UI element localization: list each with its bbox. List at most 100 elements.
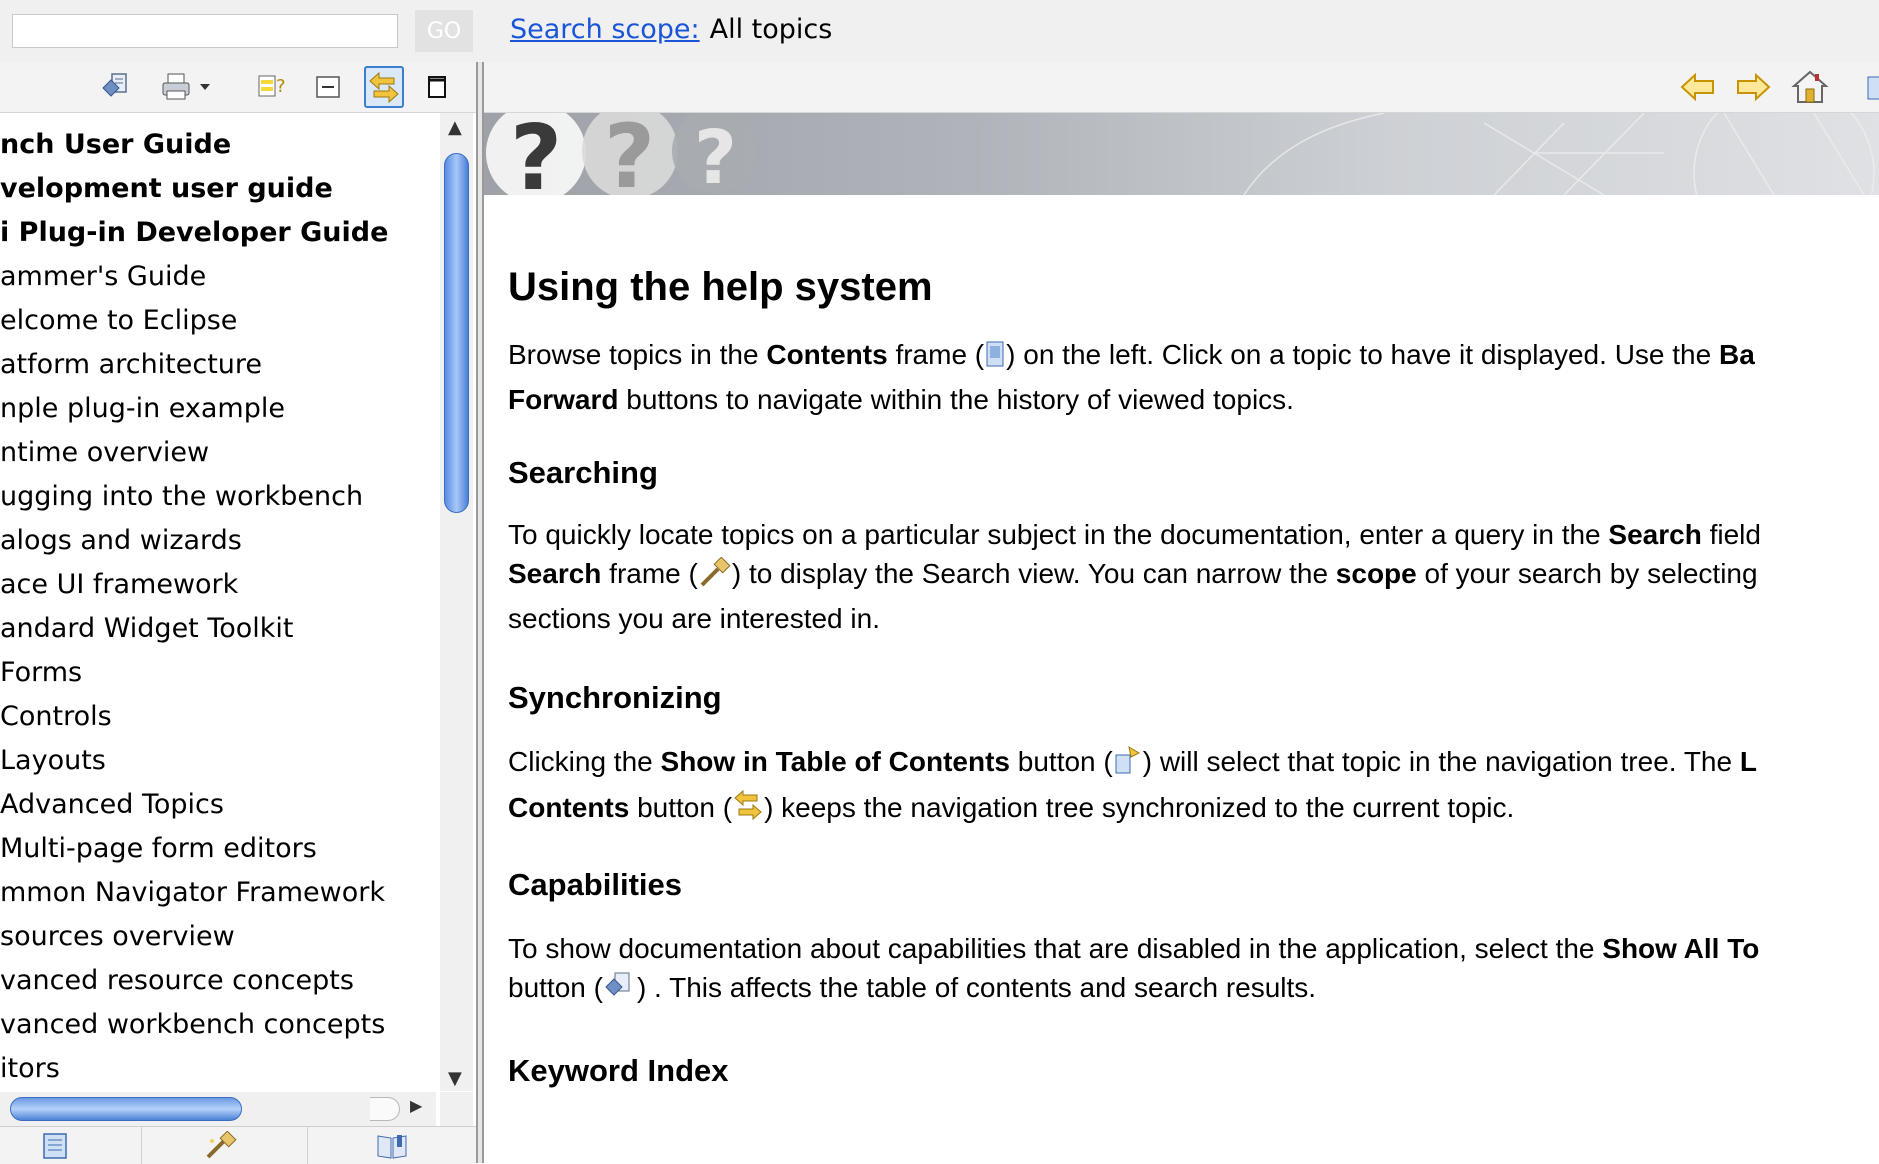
toc-item-label: andard Widget Toolkit <box>0 613 294 644</box>
back-icon[interactable] <box>1679 69 1717 105</box>
searching-search-bold: Search <box>1608 519 1702 550</box>
toc-item-label: ntime overview <box>0 437 210 468</box>
sync-text: ) will select that topic in the navigati… <box>1142 746 1740 777</box>
toc-item[interactable]: nch User Guide <box>0 123 436 167</box>
maximize-icon[interactable] <box>420 70 454 104</box>
capabilities-paragraph: To show documentation about capabilities… <box>508 929 1879 968</box>
capabilities-text: To show documentation about capabilities… <box>508 933 1603 964</box>
intro-text: buttons to navigate within the history o… <box>618 384 1294 415</box>
toc-item[interactable]: ace UI framework <box>0 563 436 607</box>
show-all-topics-icon[interactable] <box>100 70 134 104</box>
toc-item[interactable]: velopment user guide <box>0 167 436 211</box>
contents-toolbar: ? <box>0 62 476 113</box>
intro-forward-bold: Forward <box>508 384 619 415</box>
toc-item[interactable]: ntime overview <box>0 431 436 475</box>
toc-item-label: ammer's Guide <box>0 261 207 292</box>
topic-pane: ? ? ? Using the help system Browse topic… <box>484 62 1879 1163</box>
capabilities-text: button ( <box>508 972 603 1003</box>
toc-item-label: nch User Guide <box>0 129 232 160</box>
toc-item-label: vanced resource concepts <box>0 965 354 996</box>
toc-item-label: ugging into the workbench <box>0 481 364 512</box>
sync-contents-bold: Contents <box>508 792 630 823</box>
go-button[interactable]: GO <box>415 10 473 52</box>
toc-item-label: alogs and wizards <box>0 525 242 556</box>
search-input[interactable] <box>12 14 398 48</box>
intro-text: Browse topics in the <box>508 339 767 370</box>
scroll-up-icon[interactable]: ▲ <box>448 117 462 138</box>
toc-item[interactable]: andard Widget Toolkit <box>0 607 436 651</box>
capabilities-heading: Capabilities <box>508 867 682 902</box>
sync-text: button ( <box>1009 746 1113 777</box>
toc-item[interactable]: Multi-page form editors <box>0 827 436 871</box>
sync-show-in-toc-bold: Show in Table of Contents <box>660 746 1010 777</box>
topic-toolbar <box>484 62 1879 113</box>
toc-item-label: Controls <box>0 701 112 732</box>
contents-pane: ? nch User Guide velopment user guide i Pl… <box>0 62 476 1164</box>
svg-text:?: ? <box>694 115 737 195</box>
horizontal-scroll-track-end <box>370 1097 400 1121</box>
contents-tree: nch User Guide velopment user guide i Plug… <box>0 113 436 1091</box>
toc-item[interactable]: nple plug-in example <box>0 387 436 431</box>
search-scope-link[interactable]: Search scope: <box>510 14 700 45</box>
searching-text: field <box>1701 519 1761 550</box>
scroll-right-icon[interactable]: ▶ <box>410 1096 422 1115</box>
toc-item[interactable]: mmon Navigator Framework <box>0 871 436 915</box>
show-in-toc-icon <box>1113 745 1143 787</box>
toc-item-label: nple plug-in example <box>0 393 285 424</box>
toc-item[interactable]: Advanced Topics <box>0 783 436 827</box>
link-with-contents-icon[interactable] <box>364 66 404 108</box>
synchronizing-paragraph: Clicking the Show in Table of Contents b… <box>508 742 1879 787</box>
scroll-down-icon[interactable]: ▼ <box>448 1068 462 1089</box>
highlight-search-icon[interactable]: ? <box>255 70 289 104</box>
svg-text:?: ? <box>604 113 655 195</box>
toc-item[interactable]: atform architecture <box>0 343 436 387</box>
toc-item-label: atform architecture <box>0 349 263 380</box>
toc-item[interactable]: Forms <box>0 651 436 695</box>
toc-item[interactable]: Layouts <box>0 739 436 783</box>
sync-toc-icon[interactable] <box>1864 69 1879 105</box>
toc-item-label: i Plug-in Developer Guide <box>0 217 389 248</box>
toc-item[interactable]: i Plug-in Developer Guide <box>0 211 436 255</box>
toc-item-label: ace UI framework <box>0 569 239 600</box>
toc-item[interactable]: ammer's Guide <box>0 255 436 299</box>
contents-horizontal-scrollbar[interactable]: ▶ <box>0 1092 436 1126</box>
bookmarks-icon <box>377 1135 407 1159</box>
intro-paragraph-line2: Forward buttons to navigate within the h… <box>508 380 1879 419</box>
pane-splitter[interactable] <box>476 62 484 1163</box>
home-icon[interactable] <box>1791 69 1829 105</box>
forward-icon[interactable] <box>1734 69 1772 105</box>
contents-vertical-scrollbar[interactable]: ▲ ▼ <box>440 113 473 1091</box>
scroll-corner <box>440 1092 473 1126</box>
toc-item[interactable]: itors <box>0 1047 436 1091</box>
horizontal-scroll-thumb[interactable] <box>10 1097 242 1121</box>
toc-item-label: sources overview <box>0 921 235 952</box>
searching-text: of your search by selecting <box>1416 558 1758 589</box>
searching-heading: Searching <box>508 455 658 490</box>
toc-item-label: elcome to Eclipse <box>0 305 238 336</box>
searching-paragraph: To quickly locate topics on a particular… <box>508 515 1879 554</box>
toc-item[interactable]: vanced resource concepts <box>0 959 436 1003</box>
intro-text: frame ( <box>887 339 985 370</box>
toc-item[interactable]: ugging into the workbench <box>0 475 436 519</box>
tab-bookmarks[interactable] <box>308 1127 476 1164</box>
toc-item-label: Forms <box>0 657 83 688</box>
vertical-scroll-thumb[interactable] <box>444 153 469 513</box>
tab-search[interactable] <box>142 1127 308 1164</box>
capabilities-show-all-bold: Show All To <box>1602 933 1760 964</box>
toc-item[interactable]: sources overview <box>0 915 436 959</box>
svg-text:?: ? <box>510 113 562 195</box>
collapse-all-icon[interactable] <box>311 70 345 104</box>
toc-item-label: Layouts <box>0 745 106 776</box>
toc-item[interactable]: vanced workbench concepts <box>0 1003 436 1047</box>
capabilities-text: ) . This affects the table of contents a… <box>636 972 1317 1003</box>
searching-text: ) to display the Search view. You can na… <box>731 558 1336 589</box>
toc-item[interactable]: alogs and wizards <box>0 519 436 563</box>
toc-item[interactable]: elcome to Eclipse <box>0 299 436 343</box>
print-icon[interactable] <box>160 70 220 104</box>
intro-text: ) on the left. Click on a topic to have … <box>1006 339 1719 370</box>
tab-contents[interactable] <box>0 1127 142 1164</box>
intro-paragraph: Browse topics in the Contents frame () o… <box>508 335 1879 380</box>
toc-item[interactable]: Controls <box>0 695 436 739</box>
view-tabs <box>0 1126 476 1164</box>
synchronizing-heading: Synchronizing <box>508 680 722 715</box>
